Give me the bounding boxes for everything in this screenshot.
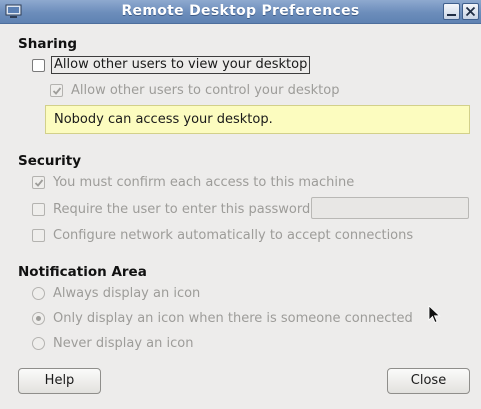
title-bar[interactable]: Remote Desktop Preferences [0, 0, 481, 24]
preferences-window: Remote Desktop Preferences Sharing Allow… [0, 0, 481, 409]
require-password-checkbox-row[interactable]: Require the user to enter this password: [32, 200, 315, 218]
confirm-access-checkbox-row[interactable]: You must confirm each access to this mac… [32, 173, 354, 191]
radio-when-connected[interactable] [32, 311, 45, 325]
sharing-heading: Sharing [18, 36, 78, 52]
configure-network-checkbox-row[interactable]: Configure network automatically to accep… [32, 226, 413, 244]
check-icon [52, 86, 62, 95]
radio-never-row[interactable]: Never display an icon [32, 334, 193, 352]
close-icon [465, 6, 476, 17]
status-message-box: Nobody can access your desktop. [45, 105, 470, 134]
allow-view-checkbox-row[interactable]: Allow other users to view your desktop [32, 56, 311, 74]
radio-never-label: Never display an icon [53, 335, 194, 351]
configure-network-label: Configure network automatically to accep… [53, 227, 414, 243]
allow-control-checkbox[interactable] [50, 83, 63, 97]
radio-always[interactable] [32, 286, 45, 300]
allow-view-checkbox[interactable] [32, 58, 45, 72]
radio-when-connected-row[interactable]: Only display an icon when there is someo… [32, 309, 413, 327]
radio-when-connected-label: Only display an icon when there is someo… [53, 310, 413, 326]
mouse-pointer-icon [428, 305, 441, 324]
notification-heading: Notification Area [18, 264, 147, 280]
radio-never[interactable] [32, 336, 45, 350]
radio-selected-dot [36, 315, 41, 321]
confirm-access-label: You must confirm each access to this mac… [53, 174, 355, 190]
status-message: Nobody can access your desktop. [54, 112, 273, 127]
minimize-button[interactable] [443, 3, 460, 20]
help-button[interactable]: Help [18, 368, 101, 394]
radio-always-label: Always display an icon [53, 285, 201, 301]
allow-control-label: Allow other users to control your deskto… [71, 82, 340, 98]
minimize-icon [447, 14, 456, 16]
close-button[interactable]: Close [387, 368, 470, 394]
security-heading: Security [18, 153, 82, 169]
require-password-label: Require the user to enter this password: [53, 201, 315, 217]
password-field[interactable] [311, 197, 469, 219]
check-icon [34, 178, 44, 187]
radio-always-row[interactable]: Always display an icon [32, 284, 200, 302]
close-window-button[interactable] [462, 3, 479, 20]
window-title: Remote Desktop Preferences [121, 3, 360, 19]
allow-control-checkbox-row[interactable]: Allow other users to control your deskto… [50, 81, 339, 99]
confirm-access-checkbox[interactable] [32, 175, 45, 189]
allow-view-label[interactable]: Allow other users to view your desktop [51, 56, 311, 74]
require-password-checkbox[interactable] [32, 202, 45, 216]
configure-network-checkbox[interactable] [32, 228, 45, 242]
